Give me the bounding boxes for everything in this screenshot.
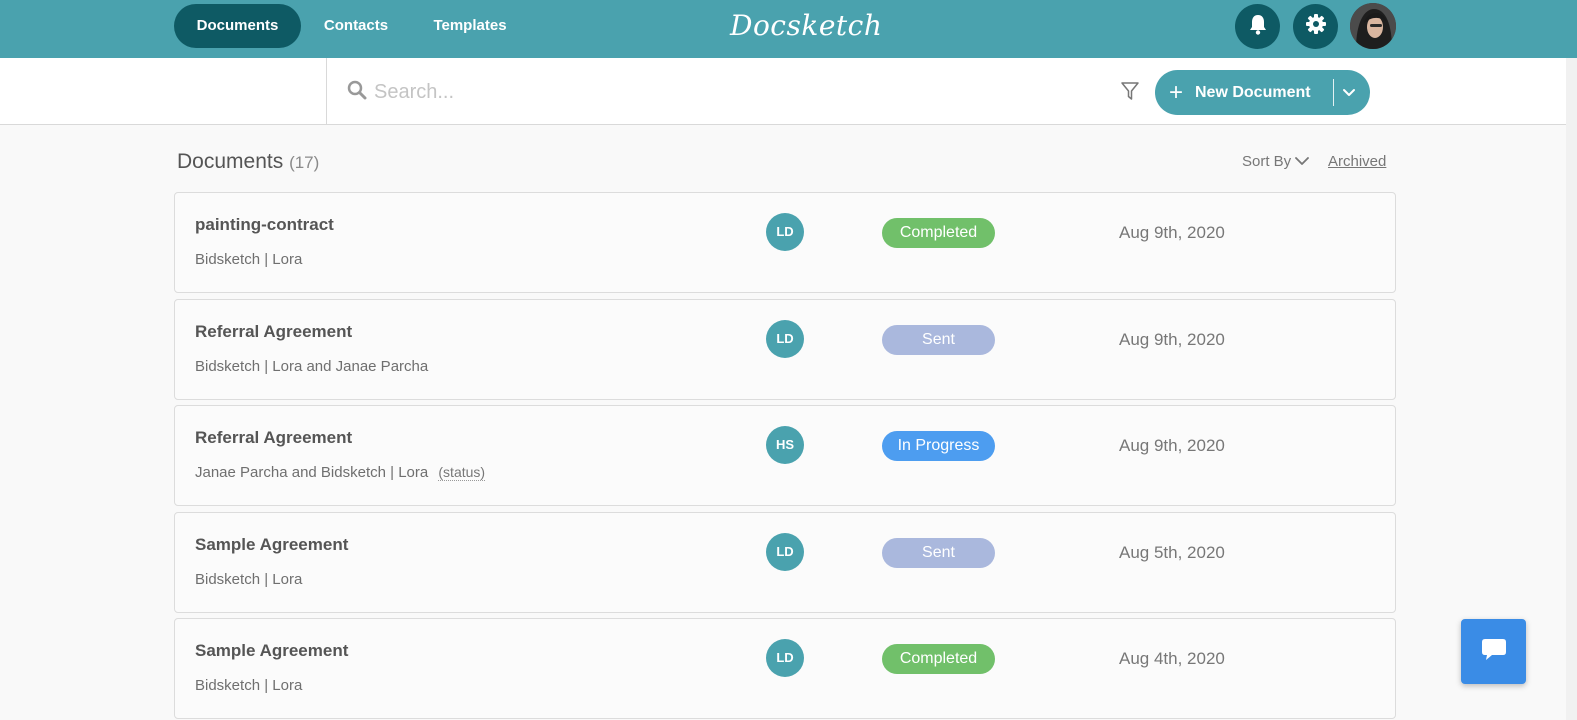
divider xyxy=(326,58,327,124)
document-row[interactable]: Referral Agreement Janae Parcha and Bids… xyxy=(174,405,1396,506)
status-badge: Completed xyxy=(882,644,995,674)
document-name: Referral Agreement xyxy=(195,428,353,447)
page-title: Documents (17) xyxy=(177,150,319,174)
document-parties: Bidsketch | Lora xyxy=(195,677,303,694)
new-document-button[interactable]: + New Document xyxy=(1155,70,1370,115)
document-row[interactable]: Sample Agreement Bidsketch | Lora LD Sen… xyxy=(174,512,1396,613)
owner-initials-avatar: LD xyxy=(766,213,804,251)
document-row[interactable]: painting-contract Bidsketch | Lora LD Co… xyxy=(174,192,1396,293)
status-badge: Sent xyxy=(882,325,995,355)
document-name: Sample Agreement xyxy=(195,641,349,660)
status-link[interactable]: (status) xyxy=(438,464,486,481)
search-input[interactable] xyxy=(372,74,1096,110)
document-parties-wrapper: Janae Parcha and Bidsketch | Lora (statu… xyxy=(195,464,486,481)
archived-link[interactable]: Archived xyxy=(1328,153,1386,170)
sort-by-label: Sort By xyxy=(1242,153,1292,170)
settings-button[interactable] xyxy=(1293,4,1338,49)
gear-icon xyxy=(1305,13,1327,40)
document-name: Referral Agreement xyxy=(195,322,353,341)
document-date: Aug 9th, 2020 xyxy=(1119,223,1225,242)
status-badge: Sent xyxy=(882,538,995,568)
filter-icon[interactable] xyxy=(1120,81,1140,106)
owner-initials-avatar: LD xyxy=(766,639,804,677)
status-badge: Completed xyxy=(882,218,995,248)
chevron-down-icon[interactable] xyxy=(1341,85,1357,106)
top-nav-bar: Documents Contacts Templates Docsketch xyxy=(0,0,1577,58)
document-count: (17) xyxy=(289,153,320,172)
sort-by-dropdown[interactable]: Sort By xyxy=(1242,153,1310,170)
new-document-label: New Document xyxy=(1195,84,1311,101)
document-name: Sample Agreement xyxy=(195,535,349,554)
document-date: Aug 9th, 2020 xyxy=(1119,330,1225,349)
owner-initials-avatar: LD xyxy=(766,320,804,358)
bell-icon xyxy=(1248,13,1268,40)
chat-launcher-button[interactable] xyxy=(1461,619,1526,684)
tab-documents[interactable]: Documents xyxy=(174,4,301,48)
owner-initials-avatar: HS xyxy=(766,426,804,464)
page-scrollbar[interactable] xyxy=(1566,58,1577,720)
document-row[interactable]: Sample Agreement Bidsketch | Lora LD Com… xyxy=(174,618,1396,719)
document-name: painting-contract xyxy=(195,215,334,234)
owner-initials-avatar: LD xyxy=(766,533,804,571)
search-icon xyxy=(347,80,367,105)
tab-templates[interactable]: Templates xyxy=(416,4,524,48)
document-parties: Janae Parcha and Bidsketch | Lora xyxy=(195,464,429,481)
chat-bubble-icon xyxy=(1480,636,1508,667)
document-row[interactable]: Referral Agreement Bidsketch | Lora and … xyxy=(174,299,1396,400)
document-date: Aug 5th, 2020 xyxy=(1119,543,1225,562)
document-parties: Bidsketch | Lora and Janae Parcha xyxy=(195,358,429,375)
status-badge: In Progress xyxy=(882,431,995,461)
notifications-button[interactable] xyxy=(1235,4,1280,49)
chevron-down-icon xyxy=(1295,153,1310,170)
document-date: Aug 9th, 2020 xyxy=(1119,436,1225,455)
page-title-text: Documents xyxy=(177,150,284,173)
plus-icon: + xyxy=(1169,79,1184,106)
button-divider xyxy=(1333,79,1334,106)
document-parties: Bidsketch | Lora xyxy=(195,251,303,268)
search-toolbar: + New Document xyxy=(0,58,1577,125)
document-parties: Bidsketch | Lora xyxy=(195,571,303,588)
tab-contacts[interactable]: Contacts xyxy=(306,4,406,48)
document-date: Aug 4th, 2020 xyxy=(1119,649,1225,668)
docsketch-logo[interactable]: Docsketch xyxy=(730,6,882,46)
user-avatar[interactable] xyxy=(1350,3,1396,49)
